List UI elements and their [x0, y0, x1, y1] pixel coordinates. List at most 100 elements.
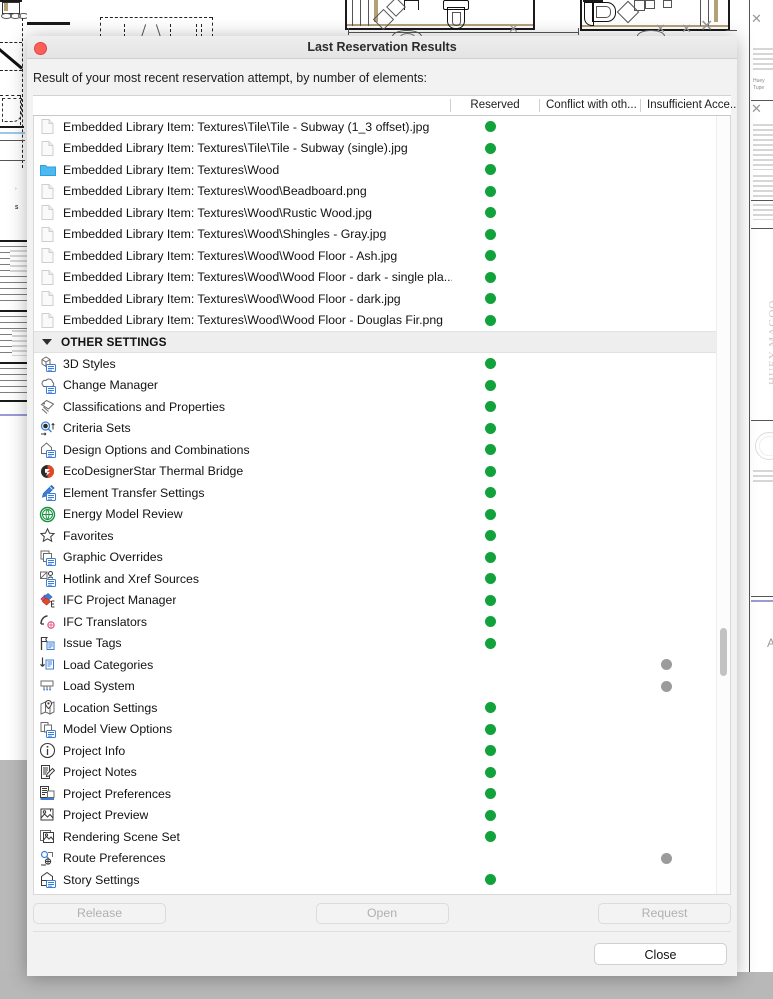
load-categories-icon [39, 656, 56, 673]
table-row[interactable]: Element Transfer Settings [34, 482, 717, 504]
conflict-cell [528, 595, 617, 606]
table-row[interactable]: IFC Translators [34, 611, 717, 633]
table-row[interactable]: Project Info [34, 740, 717, 762]
project-preferences-icon [39, 785, 56, 802]
row-label-cell: Embedded Library Item: Textures\Wood\Woo… [34, 247, 452, 264]
table-row[interactable]: Model View Options [34, 719, 717, 741]
empty-status-cell [567, 659, 578, 670]
row-label-text: Classifications and Properties [63, 399, 225, 414]
insufficient-access-status-dot [661, 659, 672, 671]
table-row[interactable]: Load System [34, 676, 717, 698]
row-label-cell: Embedded Library Item: Textures\Tile\Til… [34, 140, 452, 157]
row-label-cell: Embedded Library Item: Textures\Wood\Shi… [34, 226, 452, 243]
reserved-status-dot [484, 358, 496, 370]
reserved-status-dot [484, 422, 496, 434]
row-label-cell: Hotlink and Xref Sources [34, 570, 452, 588]
table-row[interactable]: Embedded Library Item: Textures\Wood\Woo… [34, 245, 717, 267]
insufficient-cell [617, 186, 716, 197]
table-row[interactable]: Criteria Sets [34, 418, 717, 440]
table-row[interactable]: Route Preferences [34, 848, 717, 870]
table-row[interactable]: Story Settings [34, 869, 717, 891]
column-header-reserved[interactable]: Reserved [450, 99, 539, 112]
results-list-scrollbar[interactable] [716, 116, 730, 894]
insufficient-cell [617, 659, 716, 671]
insufficient-cell [617, 293, 716, 304]
reserved-status-dot [484, 616, 496, 628]
row-label-text: Embedded Library Item: Textures\Wood\Woo… [63, 248, 398, 263]
table-row[interactable]: Project Notes [34, 762, 717, 784]
reserved-status-dot [484, 809, 496, 821]
table-row[interactable]: Embedded Library Item: Textures\Wood [34, 159, 717, 181]
insufficient-cell [617, 530, 716, 541]
empty-status-cell [661, 143, 672, 154]
table-row[interactable]: Design Options and Combinations [34, 439, 717, 461]
table-row[interactable]: Embedded Library Item: Textures\Wood\Woo… [34, 267, 717, 289]
table-row[interactable]: IFC Project Manager [34, 590, 717, 612]
empty-status-cell [567, 724, 578, 735]
reserved-cell [452, 594, 528, 606]
column-header-insufficient[interactable]: Insufficient Acce... [640, 99, 737, 112]
insufficient-cell [617, 423, 716, 434]
table-row[interactable]: Project Preview [34, 805, 717, 827]
chevron-down-icon[interactable] [42, 339, 52, 345]
table-row[interactable]: Classifications and Properties [34, 396, 717, 418]
insufficient-cell [617, 444, 716, 455]
empty-status-cell [567, 595, 578, 606]
table-row[interactable]: Project Preferences [34, 783, 717, 805]
reserved-cell [452, 379, 528, 391]
graphic-overrides-icon [39, 549, 56, 566]
group-header-other-settings[interactable]: OTHER SETTINGS [34, 331, 717, 353]
table-row[interactable]: Change Manager [34, 375, 717, 397]
table-row[interactable]: Favorites [34, 525, 717, 547]
close-button[interactable]: Close [594, 943, 727, 965]
table-row[interactable]: Embedded Library Item: Textures\Wood\Bea… [34, 181, 717, 203]
table-row[interactable]: Hotlink and Xref Sources [34, 568, 717, 590]
table-row[interactable]: Location Settings [34, 697, 717, 719]
project-info-icon [39, 742, 56, 759]
results-list-scrollbar-thumb[interactable] [720, 628, 727, 676]
table-row[interactable]: Embedded Library Item: Textures\Wood\Shi… [34, 224, 717, 246]
results-list-scroll-area[interactable]: Embedded Library Item: Textures\Tile\Til… [34, 116, 717, 894]
empty-status-cell [661, 573, 672, 584]
empty-status-cell [661, 401, 672, 412]
table-row[interactable]: 3D Styles [34, 353, 717, 375]
table-row[interactable]: Embedded Library Item: Textures\Wood\Woo… [34, 288, 717, 310]
request-button[interactable]: Request [598, 902, 731, 924]
row-label-text: Embedded Library Item: Textures\Wood [63, 162, 280, 177]
reserved-status-dot [484, 766, 496, 778]
column-header-conflict[interactable]: Conflict with oth... [539, 99, 640, 112]
table-row[interactable]: Energy Model Review [34, 504, 717, 526]
conflict-cell [528, 638, 617, 649]
change-manager-icon [39, 377, 56, 394]
row-label-cell: Model View Options [34, 721, 452, 738]
dialog-titlebar: Last Reservation Results [27, 36, 737, 59]
table-row[interactable]: Embedded Library Item: Textures\Wood\Rus… [34, 202, 717, 224]
open-button[interactable]: Open [315, 902, 449, 924]
empty-status-cell [661, 874, 672, 885]
table-row[interactable]: Rendering Scene Set [34, 826, 717, 848]
empty-status-cell [567, 272, 578, 283]
reserved-status-dot [484, 530, 496, 542]
element-transfer-icon [39, 484, 56, 502]
empty-status-cell [567, 638, 578, 649]
table-row[interactable]: Embedded Library Item: Textures\Tile\Til… [34, 138, 717, 160]
table-row[interactable]: EcoDesignerStar Thermal Bridge [34, 461, 717, 483]
table-row[interactable]: Issue Tags [34, 633, 717, 655]
conflict-cell [528, 186, 617, 197]
table-row[interactable]: Graphic Overrides [34, 547, 717, 569]
reserved-cell [452, 465, 528, 477]
row-label-cell: Embedded Library Item: Textures\Wood\Bea… [34, 183, 452, 200]
empty-status-cell [567, 358, 578, 369]
empty-status-cell [567, 444, 578, 455]
release-button[interactable]: Release [33, 902, 166, 924]
empty-status-cell [567, 874, 578, 885]
table-row[interactable]: Load Categories [34, 654, 717, 676]
row-label-cell: Classifications and Properties [34, 398, 452, 415]
table-row[interactable]: Embedded Library Item: Textures\Wood\Woo… [34, 310, 717, 332]
close-traffic-light-icon[interactable] [34, 42, 47, 55]
row-label-cell: Embedded Library Item: Textures\Wood [34, 161, 452, 178]
table-row[interactable]: Embedded Library Item: Textures\Tile\Til… [34, 116, 717, 138]
row-label-text: Story Settings [63, 872, 140, 887]
results-list: Embedded Library Item: Textures\Tile\Til… [33, 116, 731, 895]
conflict-cell [528, 681, 617, 692]
